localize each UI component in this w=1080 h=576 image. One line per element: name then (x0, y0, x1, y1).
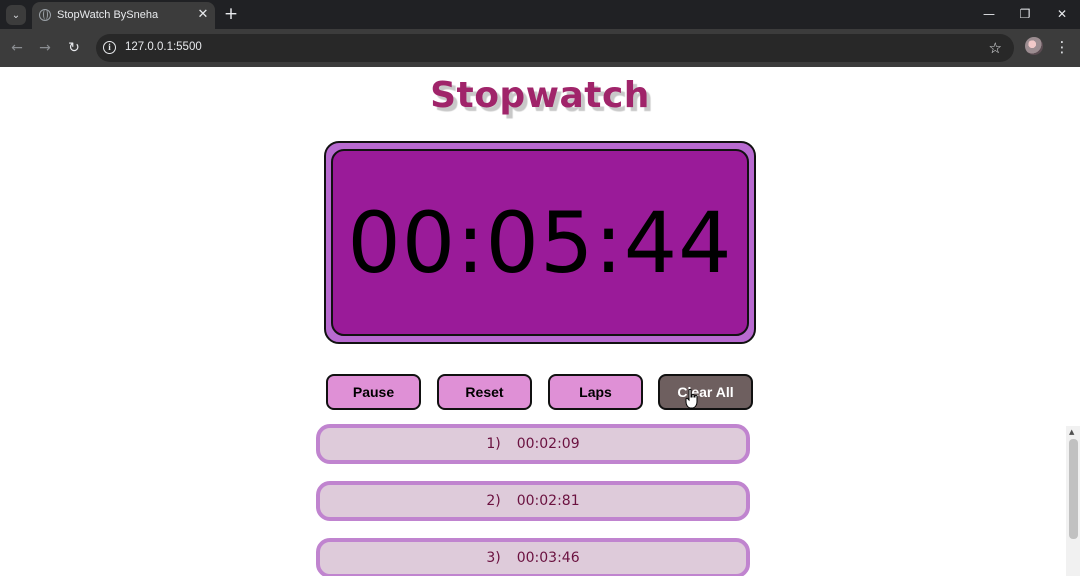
page-content: Stopwatch 00:05:44 Pause Reset Laps Clea… (0, 67, 1080, 576)
restore-icon[interactable]: ❐ (1015, 5, 1035, 23)
lap-time: 00:02:81 (516, 493, 580, 509)
address-bar[interactable]: i 127.0.0.1:5500 ☆ (96, 34, 1014, 62)
lap-item: 2) 00:02:81 (316, 481, 750, 521)
scroll-up-icon[interactable]: ▲ (1069, 428, 1074, 436)
avatar[interactable] (1025, 37, 1043, 55)
window-close-icon[interactable]: ✕ (1052, 5, 1072, 23)
pause-button[interactable]: Pause (326, 374, 421, 410)
stopwatch-display: 00:05:44 (324, 141, 756, 344)
lap-item: 3) 00:03:46 (316, 538, 750, 576)
forward-arrow-icon[interactable]: → (35, 38, 55, 58)
elapsed-time: 00:05:44 (347, 193, 733, 292)
star-icon[interactable]: ☆ (989, 38, 1002, 58)
hand-cursor-icon (685, 389, 698, 409)
minimize-icon[interactable]: — (979, 5, 999, 23)
new-tab-button[interactable]: + (222, 4, 240, 24)
stopwatch-display-inner: 00:05:44 (331, 149, 749, 336)
lap-time: 00:03:46 (516, 550, 580, 566)
scrollbar-thumb[interactable] (1069, 439, 1078, 539)
kebab-menu-icon[interactable]: ⋮ (1054, 37, 1070, 57)
url-text[interactable]: 127.0.0.1:5500 (125, 41, 202, 53)
lap-time: 00:02:09 (516, 436, 580, 452)
tab-list-button[interactable]: ⌄ (6, 5, 26, 25)
close-icon[interactable]: ✕ (195, 7, 211, 23)
lap-number: 3) (486, 550, 501, 566)
globe-icon (39, 9, 51, 21)
browser-tab[interactable]: StopWatch BySneha ✕ (32, 2, 215, 29)
reload-icon[interactable]: ↻ (64, 38, 84, 58)
back-arrow-icon[interactable]: ← (7, 38, 27, 58)
browser-tab-bar: ⌄ StopWatch BySneha ✕ + — ❐ ✕ (0, 0, 1080, 29)
laps-button[interactable]: Laps (548, 374, 643, 410)
lap-number: 2) (486, 493, 501, 509)
browser-toolbar: ← → ↻ i 127.0.0.1:5500 ☆ ⋮ (0, 29, 1080, 67)
page-title: Stopwatch (430, 75, 650, 116)
chevron-down-icon: ⌄ (11, 9, 21, 21)
page-scrollbar[interactable]: ▲ (1066, 426, 1080, 576)
info-icon[interactable]: i (103, 41, 116, 54)
reset-button[interactable]: Reset (437, 374, 532, 410)
tab-title: StopWatch BySneha (57, 9, 159, 21)
lap-item: 1) 00:02:09 (316, 424, 750, 464)
clear-all-button[interactable]: Clear All (658, 374, 753, 410)
lap-number: 1) (486, 436, 501, 452)
